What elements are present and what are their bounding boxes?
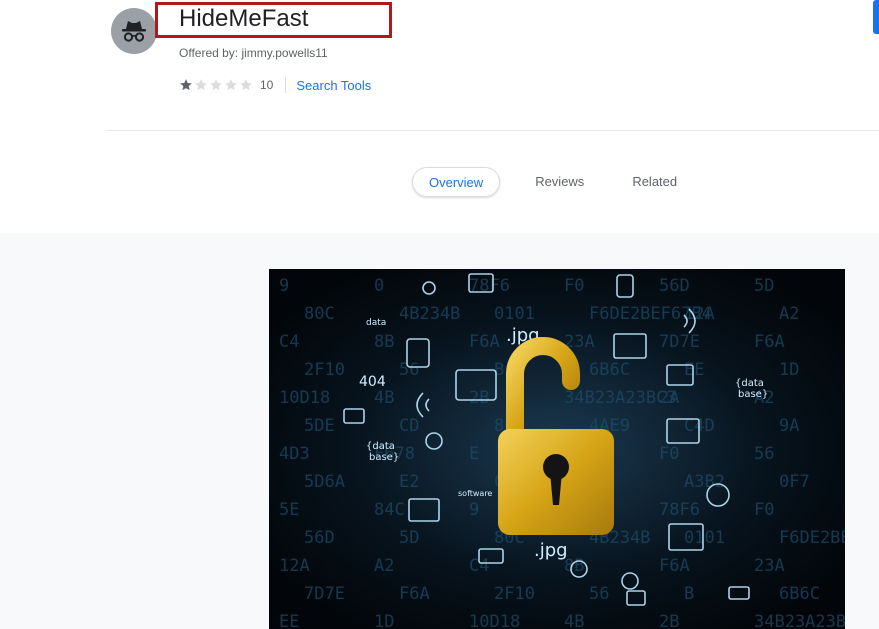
svg-text:56: 56 — [399, 360, 419, 380]
svg-text:2F10: 2F10 — [494, 584, 535, 604]
svg-text:4D3: 4D3 — [279, 444, 310, 464]
rating-stars[interactable] — [179, 78, 254, 92]
svg-text:A3B2: A3B2 — [684, 472, 725, 492]
tab-bar: Overview Reviews Related — [412, 167, 694, 197]
svg-text:9A: 9A — [779, 416, 799, 436]
svg-text:84C: 84C — [374, 500, 405, 520]
svg-text:5D: 5D — [754, 276, 774, 296]
offered-by: Offered by: jimmy.powells11 — [179, 46, 328, 60]
svg-text:8B: 8B — [374, 332, 394, 352]
add-button-edge[interactable] — [873, 0, 879, 34]
svg-text:F6A: F6A — [469, 332, 500, 352]
svg-text:7D7E: 7D7E — [659, 332, 700, 352]
svg-text:{data: {data — [366, 441, 395, 452]
svg-text:C4: C4 — [279, 332, 299, 352]
svg-text:A2: A2 — [779, 304, 799, 324]
tab-reviews[interactable]: Reviews — [518, 167, 601, 197]
extension-screenshot[interactable]: 9 0 78F6 F0 56D 5D 80C 4B234B 0101 F6DE2BEF67B4 12… — [269, 269, 845, 629]
svg-text:data: data — [366, 318, 386, 328]
svg-text:56D: 56D — [304, 528, 335, 548]
svg-text:80C: 80C — [304, 304, 335, 324]
svg-text:6B6C: 6B6C — [589, 360, 630, 380]
svg-text:4B: 4B — [374, 388, 394, 408]
svg-text:12A: 12A — [684, 304, 715, 324]
svg-text:7D7E: 7D7E — [304, 584, 345, 604]
svg-text:4B: 4B — [564, 612, 584, 629]
svg-text:2B: 2B — [469, 388, 489, 408]
svg-text:78F6: 78F6 — [659, 500, 700, 520]
svg-text:base}: base} — [738, 389, 768, 400]
svg-text:5D6A: 5D6A — [304, 472, 345, 492]
svg-text:5D: 5D — [399, 528, 419, 548]
svg-text:2B: 2B — [659, 612, 679, 629]
svg-text:10D18: 10D18 — [279, 388, 330, 408]
svg-text:A2: A2 — [374, 556, 394, 576]
svg-text:10D18: 10D18 — [469, 612, 520, 629]
svg-text:9: 9 — [279, 276, 289, 296]
svg-text:{data: {data — [735, 378, 764, 389]
svg-text:78F6: 78F6 — [469, 276, 510, 296]
svg-text:E: E — [469, 444, 479, 464]
svg-text:F0: F0 — [659, 444, 679, 464]
svg-text:EE: EE — [684, 360, 704, 380]
svg-text:F0: F0 — [754, 500, 774, 520]
screenshot-image: 9 0 78F6 F0 56D 5D 80C 4B234B 0101 F6DE2BEF67B4 12… — [269, 269, 845, 629]
svg-text:9: 9 — [469, 500, 479, 520]
svg-text:34B23A23BC3: 34B23A23BC3 — [754, 612, 845, 629]
svg-text:B: B — [684, 584, 694, 604]
svg-text:F6DE2BEF67B4: F6DE2BEF67B4 — [779, 528, 845, 548]
svg-text:23A: 23A — [754, 556, 785, 576]
svg-text:0F7: 0F7 — [779, 472, 810, 492]
svg-text:404: 404 — [359, 374, 386, 390]
divider — [285, 77, 287, 93]
extension-title: HideMeFast — [179, 5, 309, 32]
star-icon — [225, 79, 237, 91]
svg-text:CD: CD — [399, 416, 419, 436]
svg-text:0: 0 — [374, 276, 384, 296]
svg-text:12A: 12A — [279, 556, 310, 576]
svg-text:4B234B: 4B234B — [399, 304, 460, 324]
star-icon — [240, 79, 252, 91]
svg-text:.jpg: .jpg — [534, 540, 568, 561]
star-icon — [210, 79, 222, 91]
svg-text:0101: 0101 — [494, 304, 535, 324]
svg-text:5E: 5E — [279, 500, 299, 520]
svg-text:56D: 56D — [659, 276, 690, 296]
incognito-icon — [122, 21, 146, 42]
svg-text:2A: 2A — [659, 388, 679, 408]
svg-text:base}: base} — [369, 452, 399, 463]
svg-text:F6A: F6A — [659, 556, 690, 576]
svg-text:F6A: F6A — [399, 584, 430, 604]
star-icon — [195, 79, 207, 91]
category-link[interactable]: Search Tools — [296, 78, 371, 93]
rating-count: 10 — [260, 78, 274, 92]
svg-text:EE: EE — [279, 612, 299, 629]
divider — [106, 130, 879, 131]
header-section: HideMeFast Offered by: jimmy.powells11 1… — [0, 0, 879, 233]
extension-avatar — [111, 8, 157, 54]
svg-text:software: software — [458, 489, 492, 498]
svg-text:56: 56 — [589, 584, 609, 604]
svg-text:6B6C: 6B6C — [779, 584, 820, 604]
svg-text:1D: 1D — [779, 360, 799, 380]
svg-text:2F10: 2F10 — [304, 360, 345, 380]
svg-text:1D: 1D — [374, 612, 394, 629]
svg-text:F0: F0 — [564, 276, 584, 296]
rating-row: 10 Search Tools — [179, 77, 371, 93]
svg-text:0101: 0101 — [684, 528, 725, 548]
svg-text:F6A: F6A — [754, 332, 785, 352]
tab-overview[interactable]: Overview — [412, 167, 501, 197]
star-icon — [180, 79, 192, 91]
svg-text:5DE: 5DE — [304, 416, 335, 436]
svg-text:E2: E2 — [399, 472, 419, 492]
tab-related[interactable]: Related — [615, 167, 694, 197]
svg-text:56: 56 — [754, 444, 774, 464]
